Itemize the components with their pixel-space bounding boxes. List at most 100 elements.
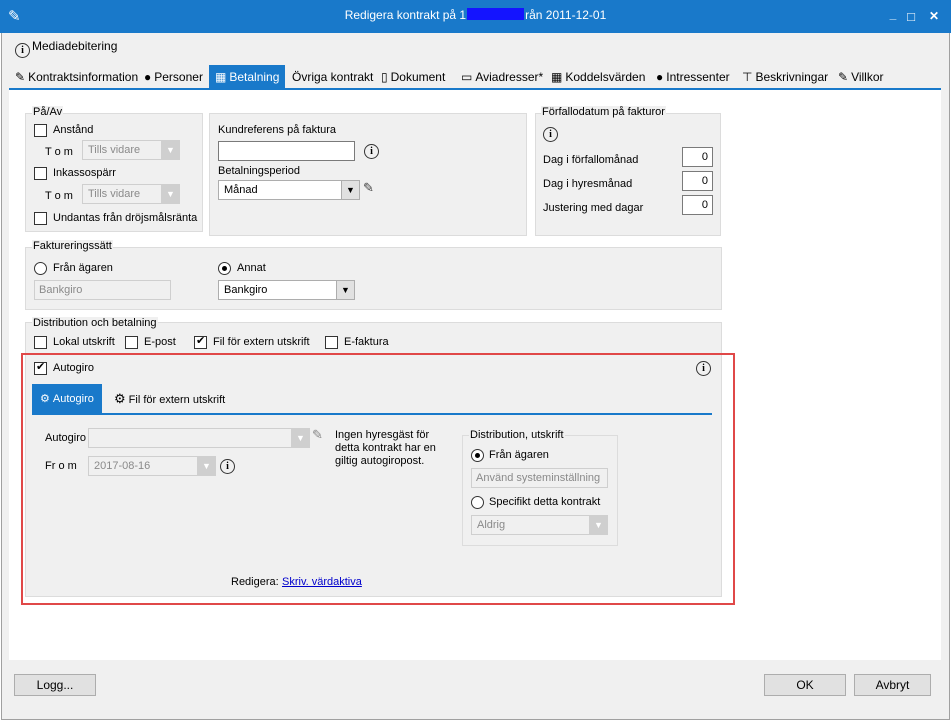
chevron-down-icon: ▼ <box>161 185 179 203</box>
kundreferens-input[interactable] <box>218 141 355 161</box>
dag-hyresmanad-label: Dag i hyresmånad <box>543 178 633 190</box>
autogiro-message: Ingen hyresgäst för detta kontrakt har e… <box>335 429 436 467</box>
mediadebitering-icon: i <box>15 43 30 58</box>
tab-label: Övriga kontrakt <box>292 70 374 84</box>
lokal-utskrift-checkbox[interactable] <box>34 336 47 349</box>
subtab-underline <box>32 413 712 415</box>
tab-dokument[interactable]: ▯ Dokument <box>381 65 445 89</box>
dag-hyresmanad-input[interactable]: 0 <box>682 171 713 191</box>
anstand-checkbox[interactable] <box>34 124 47 137</box>
chevron-down-icon: ▼ <box>197 457 215 475</box>
tab-intressenter[interactable]: ● Intressenter <box>656 65 730 89</box>
annat-value: Bankgiro <box>224 284 268 296</box>
justering-input[interactable]: 0 <box>682 195 713 215</box>
tab-label: Kontraktsinformation <box>28 70 139 84</box>
gear-icon: ⚙ <box>114 391 126 406</box>
title-bar[interactable]: ✎ Redigera kontrakt på 1 rån 2011-12-01 _… <box>0 0 951 33</box>
tab-beskrivningar[interactable]: ⊤ Beskrivningar <box>742 65 828 89</box>
tab-aviadresser[interactable]: ▭ Aviadresser* <box>461 65 543 89</box>
tab-koddelsvarden[interactable]: ▦ Koddelsvärden <box>551 65 645 89</box>
chevron-down-icon: ▼ <box>336 281 354 299</box>
dist-utskrift-title: Distribution, utskrift <box>469 429 565 441</box>
redacted-contract-number <box>467 8 525 20</box>
annat-radio[interactable] <box>218 262 231 275</box>
close-button[interactable]: ✕ <box>925 8 943 24</box>
minimize-button[interactable]: _ <box>884 6 902 22</box>
tab-betalning[interactable]: ▦ Betalning <box>209 65 286 89</box>
kundreferens-label: Kundreferens på faktura <box>218 124 337 136</box>
tab-kontraktsinformation[interactable]: ✎ Kontraktsinformation <box>15 65 138 89</box>
faktureringssatt-group <box>25 247 722 310</box>
tab-personer[interactable]: ● Personer <box>144 65 203 89</box>
undantas-checkbox[interactable] <box>34 212 47 225</box>
tab-ovriga-kontrakt[interactable]: Övriga kontrakt <box>292 65 373 89</box>
autogiro-edit-icon[interactable]: ✎ <box>312 427 323 443</box>
address-card-icon: ▭ <box>461 70 473 84</box>
efaktura-checkbox[interactable] <box>325 336 338 349</box>
mediadebitering-label: Mediadebitering <box>32 39 118 53</box>
autogiro-label: Autogiro <box>53 362 94 374</box>
dag-forfallomanad-input[interactable]: 0 <box>682 147 713 167</box>
pencil-icon: ✎ <box>15 70 26 84</box>
tom-2-dropdown[interactable]: Tills vidare ▼ <box>82 184 180 204</box>
betalningsperiod-dropdown[interactable]: Månad ▼ <box>218 180 360 200</box>
grid-icon: ▦ <box>551 70 563 84</box>
tab-villkor[interactable]: ✎ Villkor <box>838 65 884 89</box>
autogiro-tab-icon: ⚙ <box>40 393 50 405</box>
tab-label: Koddelsvärden <box>565 70 646 84</box>
ok-button[interactable]: OK <box>764 674 846 696</box>
maximize-button[interactable]: □ <box>902 9 920 25</box>
subtab-label: Fil för extern utskrift <box>128 394 226 406</box>
epost-checkbox[interactable] <box>125 336 138 349</box>
fil-extern-checkbox[interactable] <box>194 334 207 349</box>
avbryt-button[interactable]: Avbryt <box>854 674 931 696</box>
tab-label: Betalning <box>229 70 280 84</box>
redigera-link[interactable]: Skriv. värdaktiva <box>282 576 362 588</box>
betalningsperiod-edit-icon[interactable]: ✎ <box>363 180 374 196</box>
subtab-fil-extern-utskrift[interactable]: ⚙ Fil för extern utskrift <box>112 384 225 414</box>
betalningsperiod-label: Betalningsperiod <box>218 165 300 177</box>
tom-1-dropdown[interactable]: Tills vidare ▼ <box>82 140 180 160</box>
tom-2-value: Tills vidare <box>88 188 141 200</box>
dist-fran-agaren-label: Från ägaren <box>489 449 549 461</box>
dist-fran-agaren-radio[interactable] <box>471 449 484 462</box>
pin-icon: ⊤ <box>742 70 753 84</box>
window-title-suffix: rån 2011-12-01 <box>525 8 607 22</box>
anstand-label: Anstånd <box>53 124 94 136</box>
tab-label: Personer <box>154 70 203 84</box>
autogiro-checkbox[interactable] <box>34 360 47 375</box>
tom-label-2: T o m <box>45 190 73 202</box>
person-icon: ● <box>144 70 152 84</box>
people-icon: ● <box>656 70 664 84</box>
subtab-autogiro[interactable]: ⚙ Autogiro <box>32 384 102 414</box>
specifikt-value: Aldrig <box>477 519 506 531</box>
forfallodatum-info-icon[interactable]: i <box>543 127 558 142</box>
tom-1-value: Tills vidare <box>88 144 141 156</box>
inkassosparr-checkbox[interactable] <box>34 167 47 180</box>
from-value: 2017-08-16 <box>94 460 151 472</box>
from-info-icon[interactable]: i <box>220 459 235 474</box>
logg-button[interactable]: Logg... <box>14 674 96 696</box>
window-title-prefix: Redigera kontrakt på 1 <box>344 8 467 22</box>
mediadebitering-button[interactable]: i Mediadebitering <box>15 39 118 58</box>
tab-label: Beskrivningar <box>755 70 829 84</box>
epost-label: E-post <box>144 336 176 348</box>
pa-av-title: På/Av <box>32 106 64 118</box>
forfallodatum-title: Förfallodatum på fakturor <box>541 106 666 118</box>
tab-label: Dokument <box>390 70 446 84</box>
specifikt-dropdown: Aldrig ▼ <box>471 515 608 535</box>
document-icon: ▯ <box>381 70 388 84</box>
annat-dropdown[interactable]: Bankgiro ▼ <box>218 280 355 300</box>
redigera-label: Redigera: <box>231 576 279 588</box>
subtab-label: Autogiro <box>52 393 94 405</box>
autogiro-dropdown: ▼ <box>88 428 310 448</box>
tab-label: Intressenter <box>666 70 730 84</box>
fran-agaren-radio[interactable] <box>34 262 47 275</box>
autogiro-info-icon[interactable]: i <box>696 361 711 376</box>
chevron-down-icon: ▼ <box>161 141 179 159</box>
annat-label: Annat <box>237 262 266 274</box>
chevron-down-icon: ▼ <box>589 516 607 534</box>
specifikt-radio[interactable] <box>471 496 484 509</box>
kundreferens-info-icon[interactable]: i <box>364 144 379 159</box>
fran-agaren-field: Bankgiro <box>34 280 171 300</box>
